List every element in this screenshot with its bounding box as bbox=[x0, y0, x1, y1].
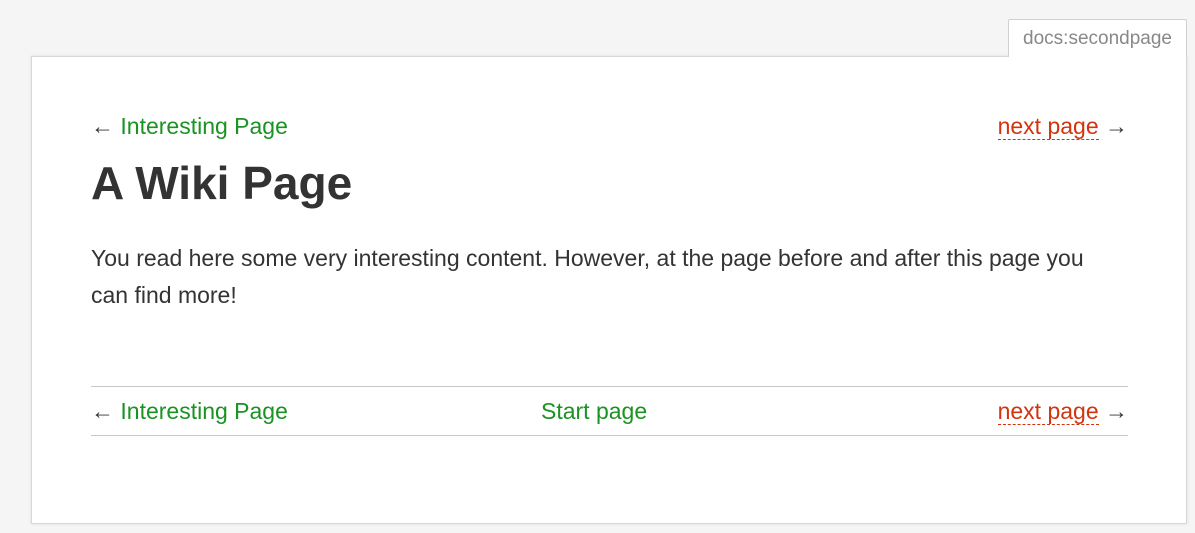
prev-page-link-bottom[interactable]: Interesting Page bbox=[120, 398, 288, 424]
prev-page-nav-top: ← Interesting Page bbox=[91, 111, 288, 141]
pagination-top: ← Interesting Page next page → bbox=[91, 111, 1128, 141]
prev-page-nav-bottom: ← Interesting Page bbox=[91, 387, 288, 435]
next-page-link-top[interactable]: next page bbox=[997, 113, 1099, 140]
page-body-text: You read here some very interesting cont… bbox=[91, 245, 1084, 308]
right-arrow-icon: → bbox=[1105, 113, 1128, 139]
next-page-link-bottom[interactable]: next page bbox=[997, 398, 1099, 425]
left-arrow-icon: ← bbox=[91, 113, 114, 139]
page-title: A Wiki Page bbox=[91, 157, 353, 209]
next-page-nav-bottom: next page → bbox=[997, 387, 1128, 435]
next-page-nav-top: next page → bbox=[997, 111, 1128, 141]
right-arrow-icon: → bbox=[1105, 398, 1128, 424]
start-page-link[interactable]: Start page bbox=[541, 387, 647, 435]
page-id-tab: docs:secondpage bbox=[1008, 19, 1187, 57]
pagination-bottom: ← Interesting Page Start page next page … bbox=[91, 386, 1128, 436]
prev-page-link-top[interactable]: Interesting Page bbox=[120, 113, 288, 139]
left-arrow-icon: ← bbox=[91, 398, 114, 424]
wiki-page: ← Interesting Page next page → A Wiki Pa… bbox=[31, 56, 1187, 524]
